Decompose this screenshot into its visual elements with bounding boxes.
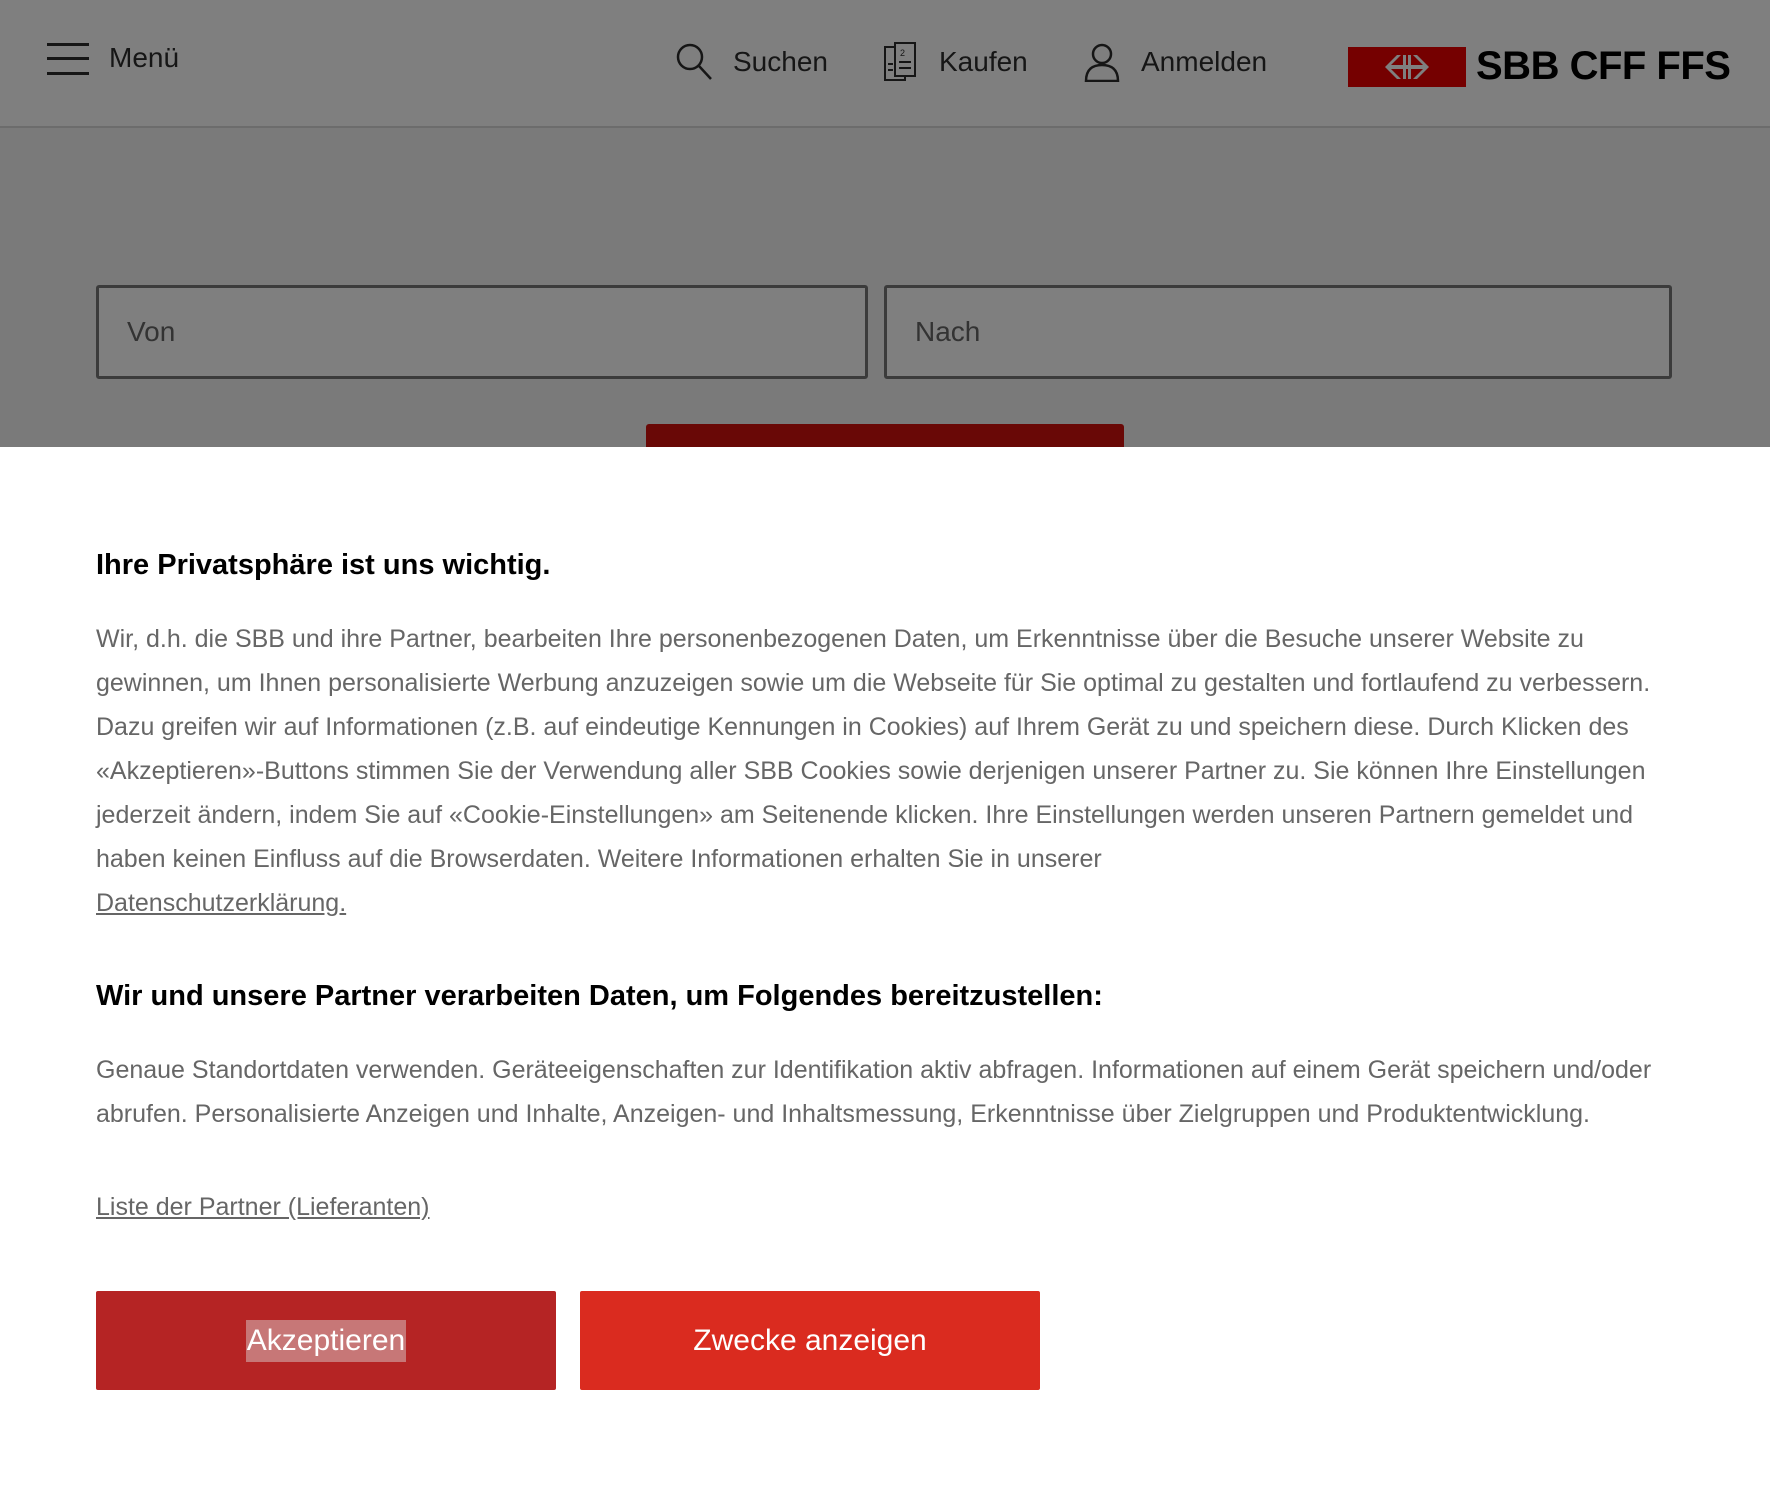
- privacy-policy-link[interactable]: Datenschutzerklärung.: [96, 889, 346, 917]
- consent-paragraph-text: Wir, d.h. die SBB und ihre Partner, bear…: [96, 625, 1651, 873]
- cookie-consent-panel: Ihre Privatsphäre ist uns wichtig. Wir, …: [0, 447, 1770, 1486]
- modal-backdrop: [0, 0, 1770, 447]
- show-purposes-button-label: Zwecke anzeigen: [693, 1323, 927, 1357]
- consent-paragraph: Wir, d.h. die SBB und ihre Partner, bear…: [96, 617, 1656, 925]
- show-purposes-button[interactable]: Zwecke anzeigen: [580, 1291, 1040, 1390]
- accept-button-label: Akzeptieren: [245, 1319, 407, 1362]
- accept-button[interactable]: Akzeptieren: [96, 1291, 556, 1390]
- purposes-text: Genaue Standortdaten verwenden. Geräteei…: [96, 1056, 1652, 1128]
- consent-title: Ihre Privatsphäre ist uns wichtig.: [96, 549, 551, 581]
- partners-list-link[interactable]: Liste der Partner (Lieferanten): [96, 1185, 430, 1229]
- purposes-title: Wir und unsere Partner verarbeiten Daten…: [96, 980, 1103, 1012]
